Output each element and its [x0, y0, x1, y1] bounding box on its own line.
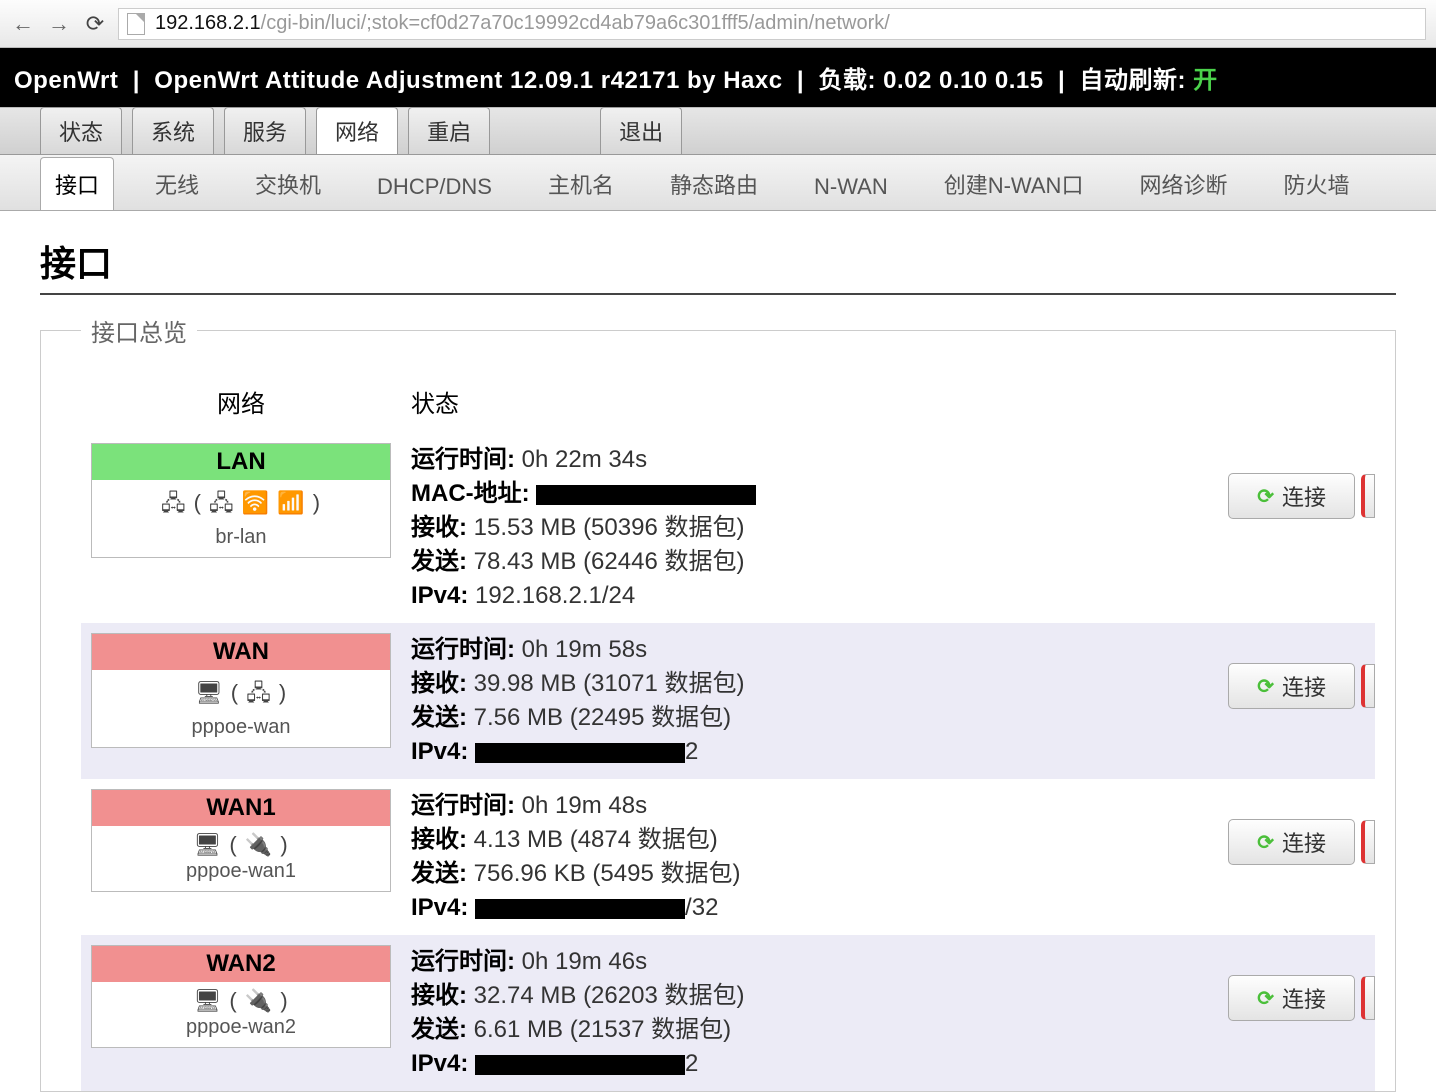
sub-tab-3[interactable]: DHCP/DNS [362, 163, 507, 210]
sub-tab-4[interactable]: 主机名 [533, 157, 629, 210]
refresh-icon: ⟳ [1257, 986, 1274, 1011]
url-host: 192.168.2.1 [155, 12, 261, 35]
connect-button[interactable]: ⟳ 连接 [1228, 473, 1355, 519]
load-values: 0.02 0.10 0.15 [883, 67, 1043, 94]
main-tab-4[interactable]: 重启 [408, 107, 490, 154]
autorefresh-label: 自动刷新: [1080, 67, 1187, 94]
interface-status: 运行时间: 0h 19m 48s 接收: 4.13 MB (4874 数据包) … [401, 789, 1155, 925]
connect-button[interactable]: ⟳ 连接 [1228, 663, 1355, 709]
sub-tab-0[interactable]: 接口 [40, 157, 114, 210]
connect-button[interactable]: ⟳ 连接 [1228, 975, 1355, 1021]
main-tabs: 状态系统服务网络重启 退出 [0, 107, 1436, 155]
interface-status: 运行时间: 0h 19m 46s 接收: 32.74 MB (26203 数据包… [401, 945, 1155, 1081]
interface-box[interactable]: WAN1 🖥 ( 🔌 ) pppoe-wan1 [91, 789, 391, 892]
interfaces-overview: 接口总览 网络 状态 LAN 🖧 ( 🖧 🛜 📶 ) br-lan 运行时间: … [40, 313, 1396, 1092]
connect-label: 连接 [1282, 982, 1326, 1014]
firmware: OpenWrt Attitude Adjustment 12.09.1 r421… [154, 67, 782, 94]
interface-row: WAN1 🖥 ( 🔌 ) pppoe-wan1 运行时间: 0h 19m 48s… [81, 779, 1375, 935]
main-tab-2[interactable]: 服务 [224, 107, 306, 154]
reload-button[interactable]: ⟳ [82, 11, 108, 37]
interface-box[interactable]: WAN2 🖥 ( 🔌 ) pppoe-wan2 [91, 945, 391, 1048]
stop-button[interactable] [1361, 474, 1375, 518]
browser-toolbar: ← → ⟳ 192.168.2.1/cgi-bin/luci/;stok=cf0… [0, 0, 1436, 48]
sub-tab-2[interactable]: 交换机 [240, 157, 336, 210]
interface-status: 运行时间: 0h 22m 34s MAC-地址: 接收: 15.53 MB (5… [401, 443, 1155, 613]
sub-tab-1[interactable]: 无线 [140, 157, 214, 210]
forward-button[interactable]: → [46, 11, 72, 37]
interface-actions: ⟳ 连接 [1155, 945, 1375, 1021]
main-tab-1[interactable]: 系统 [132, 107, 214, 154]
interface-actions: ⟳ 连接 [1155, 443, 1375, 519]
sub-tab-5[interactable]: 静态路由 [655, 157, 773, 210]
col-network: 网络 [81, 384, 401, 419]
sub-tab-6[interactable]: N-WAN [799, 163, 903, 210]
column-headers: 网络 状态 [81, 384, 1375, 419]
connect-label: 连接 [1282, 670, 1326, 702]
sub-tab-7[interactable]: 创建N-WAN口 [929, 157, 1099, 210]
stop-button[interactable] [1361, 976, 1375, 1020]
interface-box[interactable]: WAN 🖥 ( 🖧 ) pppoe-wan [91, 633, 391, 748]
stop-button[interactable] [1361, 664, 1375, 708]
refresh-icon: ⟳ [1257, 830, 1274, 855]
interface-box[interactable]: LAN 🖧 ( 🖧 🛜 📶 ) br-lan [91, 443, 391, 558]
interface-status: 运行时间: 0h 19m 58s 接收: 39.98 MB (31071 数据包… [401, 633, 1155, 769]
sub-tab-9[interactable]: 防火墙 [1268, 157, 1364, 210]
interface-device: pppoe-wan [92, 716, 390, 739]
interface-icons: 🖧 ( 🖧 🛜 📶 ) [92, 486, 390, 524]
connect-label: 连接 [1282, 826, 1326, 858]
interface-name: WAN [92, 634, 390, 670]
connect-button[interactable]: ⟳ 连接 [1228, 819, 1355, 865]
page-icon [127, 13, 145, 35]
interface-row: WAN 🖥 ( 🖧 ) pppoe-wan 运行时间: 0h 19m 58s 接… [81, 623, 1375, 779]
interface-row: WAN2 🖥 ( 🔌 ) pppoe-wan2 运行时间: 0h 19m 46s… [81, 935, 1375, 1091]
status-header: OpenWrt | OpenWrt Attitude Adjustment 12… [0, 48, 1436, 107]
overview-legend: 接口总览 [81, 313, 197, 348]
interface-name: WAN2 [92, 946, 390, 982]
interface-actions: ⟳ 连接 [1155, 633, 1375, 709]
sub-tabs: 接口无线交换机 DHCP/DNS 主机名静态路由 N-WAN 创建N-WAN口网络诊断防… [0, 155, 1436, 211]
interface-name: LAN [92, 444, 390, 480]
refresh-icon: ⟳ [1257, 674, 1274, 699]
back-button[interactable]: ← [10, 11, 36, 37]
interface-device: br-lan [92, 526, 390, 549]
main-tab-0[interactable]: 状态 [40, 107, 122, 154]
autorefresh-state[interactable]: 开 [1193, 67, 1218, 94]
interface-device: pppoe-wan2 [92, 1016, 390, 1039]
connect-label: 连接 [1282, 480, 1326, 512]
load-label: 负载: [818, 67, 876, 94]
address-bar[interactable]: 192.168.2.1/cgi-bin/luci/;stok=cf0d27a70… [118, 8, 1426, 40]
page-title: 接口 [40, 235, 1396, 295]
interface-row: LAN 🖧 ( 🖧 🛜 📶 ) br-lan 运行时间: 0h 22m 34s … [81, 433, 1375, 623]
interface-actions: ⟳ 连接 [1155, 789, 1375, 865]
interface-device: pppoe-wan1 [92, 860, 390, 883]
refresh-icon: ⟳ [1257, 484, 1274, 509]
interface-name: WAN1 [92, 790, 390, 826]
col-status: 状态 [401, 384, 1155, 419]
sub-tab-8[interactable]: 网络诊断 [1124, 157, 1242, 210]
main-tab-5[interactable]: 退出 [600, 107, 682, 154]
stop-button[interactable] [1361, 820, 1375, 864]
url-path: /cgi-bin/luci/;stok=cf0d27a70c19992cd4ab… [261, 12, 890, 35]
interface-icons: 🖥 ( 🔌 ) [92, 832, 390, 858]
main-tab-3[interactable]: 网络 [316, 107, 398, 154]
interface-icons: 🖥 ( 🔌 ) [92, 988, 390, 1014]
hostname: OpenWrt [14, 67, 118, 94]
interface-icons: 🖥 ( 🖧 ) [92, 676, 390, 714]
